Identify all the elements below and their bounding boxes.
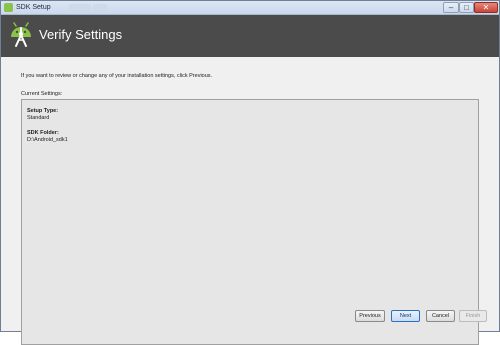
setting-key: SDK Folder: (27, 130, 59, 136)
android-studio-logo-icon (11, 22, 31, 47)
window-title: SDK Setup (16, 4, 51, 11)
current-settings-panel: Setup Type: Standard SDK Folder: D:\Andr… (21, 99, 479, 345)
setting-setup-type: Setup Type: Standard (27, 108, 58, 122)
setting-sdk-folder: SDK Folder: D:\Android_sdk1 (27, 130, 68, 144)
close-button[interactable]: ✕ (474, 2, 498, 13)
next-button[interactable]: Next (391, 310, 420, 322)
title-bar-blur (69, 4, 91, 11)
sdk-setup-window: SDK Setup – □ ✕ Verify Settings If you w… (0, 0, 500, 345)
maximize-button[interactable]: □ (459, 2, 474, 13)
app-icon (4, 3, 13, 12)
intro-text: If you want to review or change any of y… (21, 73, 213, 79)
title-bar[interactable]: SDK Setup – □ ✕ (1, 1, 499, 15)
title-bar-blur (93, 4, 107, 11)
page-title: Verify Settings (39, 27, 123, 42)
previous-button[interactable]: Previous (355, 310, 385, 322)
wizard-content: If you want to review or change any of y… (1, 57, 499, 345)
setting-value: Standard (27, 115, 50, 121)
setting-key: Setup Type: (27, 108, 59, 114)
current-settings-label: Current Settings: (21, 91, 63, 97)
setting-value: D:\Android_sdk1 (27, 137, 68, 143)
cancel-button[interactable]: Cancel (426, 310, 455, 322)
wizard-header: Verify Settings (1, 15, 499, 57)
finish-button[interactable]: Finish (459, 310, 487, 322)
minimize-button[interactable]: – (443, 2, 459, 13)
